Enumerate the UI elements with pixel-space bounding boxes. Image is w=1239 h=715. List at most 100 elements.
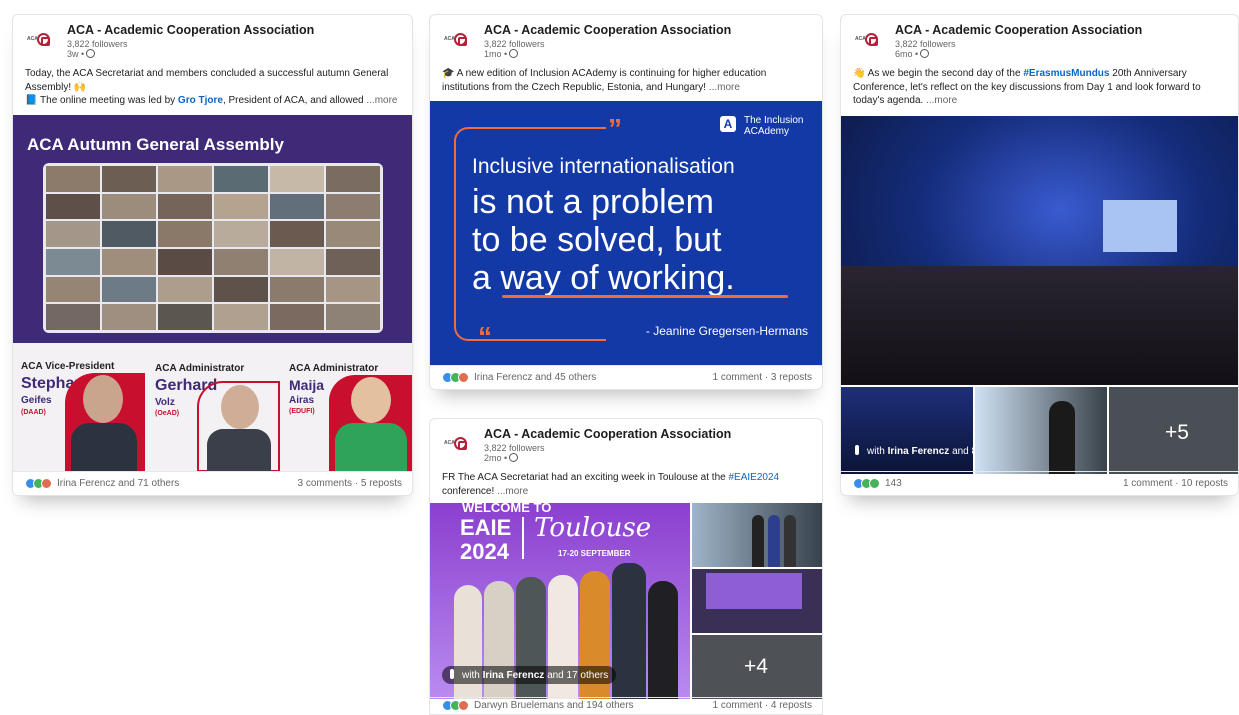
aca-logo[interactable]: ACA (444, 31, 470, 49)
person-last-name: Geifes (21, 395, 52, 406)
person-photo (65, 373, 145, 472)
image-title: ACA Autumn General Assembly (27, 135, 284, 154)
post-image-thumb-more[interactable]: +5 (1109, 387, 1238, 474)
post-text: FR The ACA Secretariat had an exciting w… (442, 472, 780, 497)
post-card-erasmus-mundus[interactable]: ACA ACA - Academic Cooperation Associati… (840, 14, 1239, 496)
post-image-thumb[interactable]: with Irina Ferencz and 8 others (841, 387, 973, 474)
see-more-link[interactable]: ...more (366, 95, 397, 106)
post-card-general-assembly[interactable]: ACA ACA - Academic Cooperation Associati… (12, 14, 413, 496)
image-banner: ACA Autumn General Assembly (13, 115, 412, 343)
person-card: ACA Administrator Maija Airas (EDUFI) (281, 343, 412, 472)
person-role: ACA Vice-President (21, 361, 115, 372)
post-text: Today, the ACA Secretariat and members c… (25, 67, 402, 108)
person-institution: (EDUFI) (289, 408, 315, 415)
person-photo (197, 381, 280, 472)
post-image-thumb[interactable] (692, 503, 822, 567)
banner-divider (522, 517, 524, 559)
post-image-main[interactable] (841, 116, 1238, 385)
person-role: ACA Administrator (289, 363, 379, 374)
comments-reposts-count[interactable]: 1 comment · 10 reposts (1123, 478, 1228, 489)
post-card-inclusion-academy[interactable]: ACA ACA - Academic Cooperation Associati… (429, 14, 823, 390)
see-more-link[interactable]: ...more (497, 486, 528, 497)
post-image-thumb-more[interactable]: +4 (692, 635, 822, 699)
org-name[interactable]: ACA - Academic Cooperation Association (895, 23, 1142, 37)
globe-icon (86, 49, 96, 58)
quote-line: a way of working. (472, 259, 735, 297)
reaction-icons[interactable] (25, 478, 55, 490)
academy-icon: A (720, 116, 736, 132)
post-footer: Irina Ferencz and 45 others 1 comment · … (430, 365, 822, 389)
comments-reposts-count[interactable]: 1 comment · 4 reposts (713, 700, 812, 711)
person-tag-icon (450, 669, 454, 679)
org-name[interactable]: ACA - Academic Cooperation Association (484, 23, 731, 37)
people-row: ACA Vice-President Stephan Geifes (DAAD)… (13, 343, 412, 472)
post-header: ACA ACA - Academic Cooperation Associati… (841, 15, 1238, 59)
reactions-count[interactable]: Darwyn Bruelemans and 194 others (474, 700, 634, 711)
globe-icon (509, 453, 519, 462)
person-role: ACA Administrator (155, 363, 245, 374)
post-text-line: 📘 The online meeting was led by Gro Tjor… (25, 95, 398, 106)
reaction-icons[interactable] (853, 478, 883, 490)
hashtag-link[interactable]: #ErasmusMundus (1023, 68, 1109, 79)
post-card-eaie[interactable]: ACA ACA - Academic Cooperation Associati… (429, 418, 823, 715)
brand-logo: A The Inclusion ACAdemy (720, 115, 814, 137)
post-footer: Darwyn Bruelemans and 194 others 1 comme… (430, 697, 822, 714)
post-text: 🎓 A new edition of Inclusion ACAdemy is … (442, 68, 767, 93)
aca-logo[interactable]: ACA (444, 435, 470, 453)
post-age: 1mo • (484, 49, 519, 59)
org-name[interactable]: ACA - Academic Cooperation Association (67, 23, 314, 37)
mention-link[interactable]: Gro Tjore (178, 95, 223, 106)
person-last-name: Volz (155, 397, 175, 408)
post-image-thumb[interactable] (975, 387, 1107, 474)
person-last-name: Airas (289, 395, 315, 406)
speaker (1049, 401, 1075, 474)
aca-logo[interactable]: ACA (855, 31, 881, 49)
person-card: ACA Vice-President Stephan Geifes (DAAD) (13, 343, 146, 472)
aca-logo[interactable]: ACA (27, 31, 53, 49)
reactions-count[interactable]: 143 (885, 478, 902, 489)
banner-script: Toulouse (534, 513, 652, 543)
banner-text: EAIE (460, 515, 512, 540)
stage-screen (1103, 200, 1177, 252)
banner-text: 2024 (460, 539, 509, 564)
post-age: 2mo • (484, 453, 519, 463)
post-footer: Irina Ferencz and 71 others 3 comments ·… (13, 471, 412, 495)
tag-chip[interactable]: with Irina Ferencz and 17 others (442, 666, 617, 684)
globe-icon (509, 49, 519, 58)
comments-reposts-count[interactable]: 1 comment · 3 reposts (713, 372, 812, 383)
more-photos-count: +5 (1165, 421, 1189, 444)
post-header: ACA ACA - Academic Cooperation Associati… (430, 15, 822, 59)
see-more-link[interactable]: ...more (709, 82, 740, 93)
followers-count: 3,822 followers (484, 443, 545, 453)
globe-icon (920, 49, 930, 58)
reaction-icons[interactable] (442, 372, 472, 384)
post-image-thumb[interactable] (692, 569, 822, 633)
post-image-main[interactable]: WELCOME TO EAIE 2024 Toulouse 17-20 SEPT… (430, 503, 690, 699)
post-footer: 143 1 comment · 10 reposts (841, 471, 1238, 495)
person-institution: (DAAD) (21, 409, 46, 416)
tag-chip[interactable]: with Irina Ferencz and 8 others (855, 445, 973, 457)
reaction-icons[interactable] (442, 700, 472, 712)
zoom-grid (43, 163, 383, 333)
quote-line: is not a problem (472, 183, 714, 221)
more-photos-count: +4 (744, 655, 768, 678)
reactions-count[interactable]: Irina Ferencz and 71 others (57, 478, 179, 489)
post-header: ACA ACA - Academic Cooperation Associati… (13, 15, 412, 59)
org-name[interactable]: ACA - Academic Cooperation Association (484, 427, 731, 441)
see-more-link[interactable]: ...more (926, 95, 957, 106)
post-image[interactable]: A The Inclusion ACAdemy ” “ Inclusive in… (430, 101, 822, 366)
person-card: ACA Administrator Gerhard Volz (OeAD) (147, 343, 280, 472)
post-image[interactable]: ACA Autumn General Assembly ACA Vice-Pre… (13, 115, 412, 472)
quote-underline (502, 295, 788, 298)
hashtag-link[interactable]: #EAIE2024 (728, 472, 779, 483)
quote-line-small: Inclusive internationalisation (472, 155, 735, 178)
quote-open-icon: ” (608, 113, 622, 144)
audience (841, 266, 1238, 385)
comments-reposts-count[interactable]: 3 comments · 5 reposts (298, 478, 402, 489)
quote-author: - Jeanine Gregersen-Hermans (645, 324, 808, 338)
person-tag-icon (855, 445, 859, 455)
post-header: ACA ACA - Academic Cooperation Associati… (430, 419, 822, 463)
post-text-line: Today, the ACA Secretariat and members c… (25, 68, 389, 93)
post-text: 👋 As we begin the second day of the #Era… (853, 68, 1201, 106)
reactions-count[interactable]: Irina Ferencz and 45 others (474, 372, 596, 383)
